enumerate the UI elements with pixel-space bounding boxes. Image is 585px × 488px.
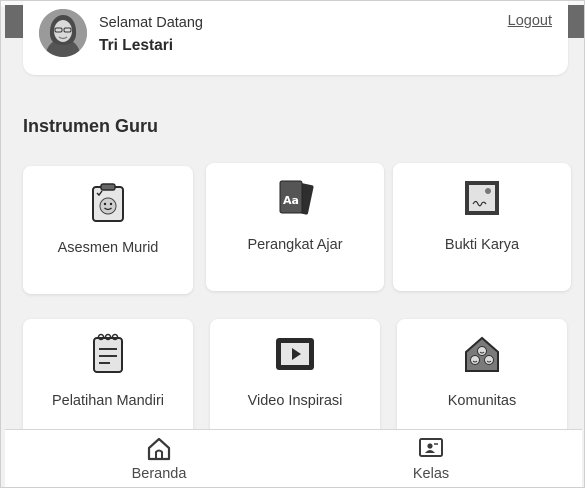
header-accent-left (5, 5, 23, 38)
class-board-icon (418, 436, 444, 467)
tile-label: Asesmen Murid (57, 240, 159, 256)
nav-label: Beranda (131, 466, 187, 482)
tile-label: Pelatihan Mandiri (51, 393, 165, 409)
tile-komunitas[interactable]: Komunitas (397, 319, 567, 439)
header-accent-right (567, 5, 584, 38)
greeting-text: Selamat Datang (99, 15, 203, 31)
tile-label: Komunitas (447, 393, 517, 409)
tile-bukti-karya[interactable]: Bukti Karya (393, 163, 571, 291)
notepad-icon (88, 333, 128, 380)
tile-video-inspirasi[interactable]: Video Inspirasi (210, 319, 380, 439)
avatar-photo-icon (39, 9, 87, 57)
logout-link[interactable]: Logout (508, 13, 552, 29)
tile-pelatihan-mandiri[interactable]: Pelatihan Mandiri (23, 319, 193, 439)
tile-label: Perangkat Ajar (247, 237, 343, 253)
app-screen: Selamat Datang Tri Lestari Logout Instru… (0, 0, 585, 488)
bottom-nav: Beranda Kelas (5, 429, 582, 487)
nav-item-beranda[interactable]: Beranda (99, 430, 219, 487)
video-play-icon (273, 335, 317, 378)
nav-label: Kelas (412, 466, 450, 482)
svg-text:Aa: Aa (283, 194, 299, 207)
cards-aa-icon: Aa (274, 177, 316, 224)
tile-asesmen-murid[interactable]: Asesmen Murid (23, 166, 193, 294)
community-house-icon (461, 333, 503, 380)
tile-perangkat-ajar[interactable]: Aa Perangkat Ajar (206, 163, 384, 291)
section-title: Instrumen Guru (23, 116, 159, 136)
avatar[interactable] (39, 9, 87, 57)
clipboard-smile-icon (88, 182, 128, 229)
tile-label: Video Inspirasi (247, 393, 343, 409)
profile-card: Selamat Datang Tri Lestari Logout (23, 1, 568, 75)
user-name: Tri Lestari (99, 37, 174, 54)
home-icon (146, 436, 172, 467)
tile-label: Bukti Karya (444, 237, 520, 253)
nav-item-kelas[interactable]: Kelas (371, 430, 491, 487)
framed-certificate-icon (461, 177, 503, 224)
